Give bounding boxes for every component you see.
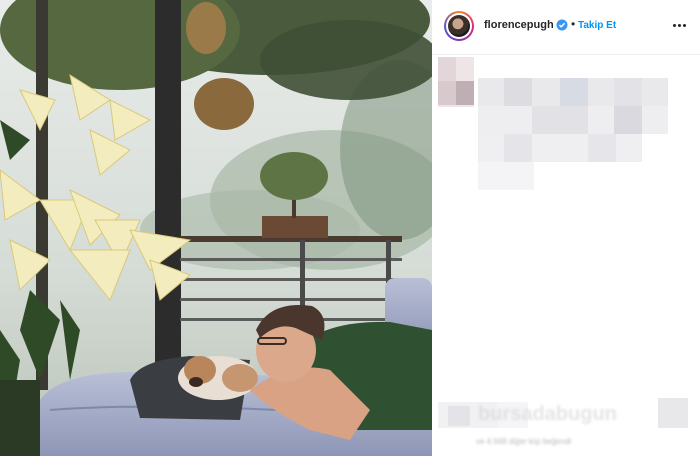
watermark-text: bursadabugun — [478, 403, 617, 425]
likes-row: ve 4.568 diğer kişi beğendi — [476, 437, 676, 451]
follow-button[interactable]: Takip Et — [578, 20, 616, 31]
blurred-caption-text — [478, 60, 668, 190]
post-side-panel: florencepugh • Takip Et — [432, 0, 700, 456]
username-link[interactable]: florencepugh — [484, 19, 554, 31]
separator-dot: • — [571, 17, 576, 31]
instagram-post: florencepugh • Takip Et bursadabugun ve … — [0, 0, 700, 456]
watermark: bursadabugun — [462, 396, 692, 432]
more-options-icon[interactable] — [670, 17, 690, 33]
blurred-caption-avatar — [438, 57, 474, 107]
likes-count-text: ve 4.568 diğer kişi beğendi — [476, 437, 572, 446]
post-header: florencepugh • Takip Et — [432, 0, 700, 55]
profile-avatar[interactable] — [444, 11, 474, 41]
post-photo[interactable] — [0, 0, 432, 456]
verified-badge-icon — [556, 19, 568, 31]
post-photo-scene — [0, 0, 432, 456]
avatar-photo — [448, 15, 470, 37]
